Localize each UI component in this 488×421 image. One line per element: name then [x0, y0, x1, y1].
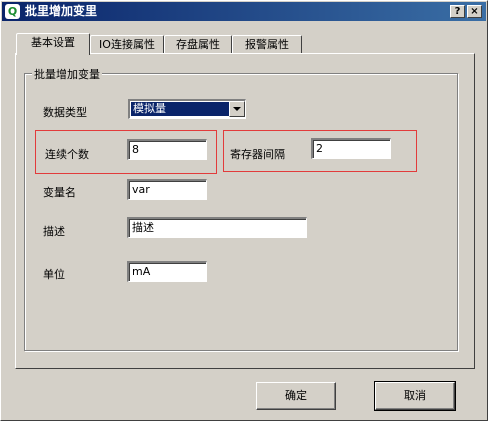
var-name-label: 变量名	[43, 186, 76, 199]
count-label: 连续个数	[45, 148, 89, 161]
help-button[interactable]: ?	[450, 5, 465, 18]
dropdown-button[interactable]	[229, 101, 245, 117]
tab-alarm[interactable]: 报警属性	[232, 35, 302, 55]
window-title: 批里增加变里	[25, 4, 98, 18]
description-label: 描述	[43, 225, 65, 238]
data-type-value: 模拟量	[131, 102, 229, 116]
data-type-select[interactable]: 模拟量	[128, 99, 246, 119]
register-interval-input[interactable]: 2	[311, 138, 391, 159]
dialog-window: Q 批里增加变里 ? × 基本设置 IO连接属性 存盘属性 报警属性 批量增加变…	[0, 0, 488, 421]
tab-storage[interactable]: 存盘属性	[164, 35, 232, 55]
count-input[interactable]: 8	[127, 139, 207, 160]
tab-io-connection[interactable]: IO连接属性	[90, 35, 164, 55]
data-type-label: 数据类型	[43, 106, 87, 119]
ok-button[interactable]: 确定	[256, 382, 336, 410]
batch-add-group: 批量增加变量 数据类型 模拟量 连续个数 8 寄存器间隔 2 变量名 var 描…	[24, 66, 458, 351]
register-interval-label: 寄存器间隔	[230, 148, 285, 161]
app-icon: Q	[5, 4, 20, 19]
cancel-button[interactable]: 取消	[374, 381, 456, 411]
unit-input[interactable]: mA	[127, 261, 207, 282]
group-title: 批量增加变量	[32, 66, 102, 82]
chevron-down-icon	[233, 107, 241, 111]
tab-panel-basic: 批量增加变量 数据类型 模拟量 连续个数 8 寄存器间隔 2 变量名 var 描…	[15, 53, 475, 369]
var-name-input[interactable]: var	[127, 179, 207, 200]
title-bar[interactable]: Q 批里增加变里 ? ×	[2, 2, 486, 21]
close-button[interactable]: ×	[467, 5, 482, 18]
unit-label: 单位	[43, 268, 65, 281]
tab-basic-settings[interactable]: 基本设置	[16, 33, 90, 55]
description-input[interactable]: 描述	[127, 217, 307, 238]
